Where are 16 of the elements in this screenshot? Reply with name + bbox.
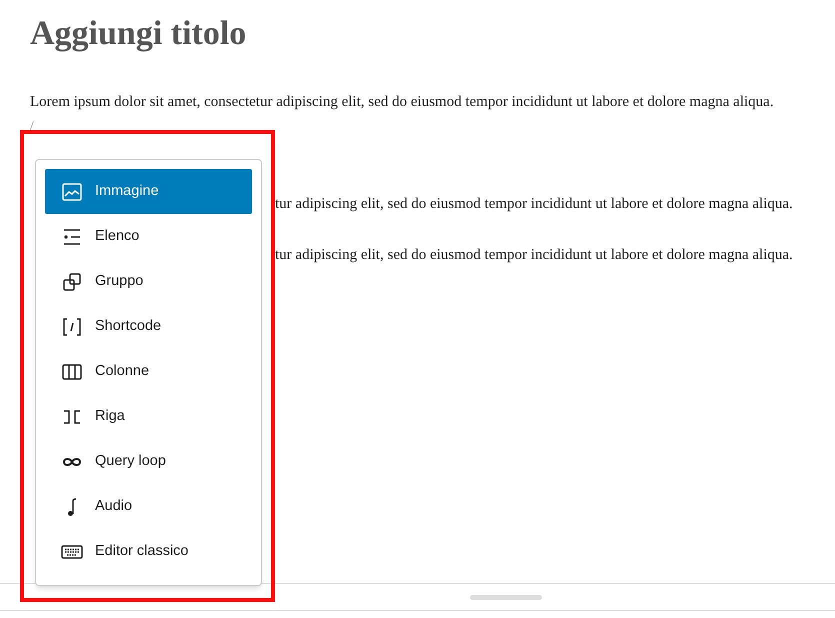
block-menu-item[interactable]: Elenco — [45, 214, 252, 259]
post-title[interactable]: Aggiungi titolo — [30, 12, 835, 56]
block-menu-item[interactable]: Shortcode — [45, 304, 252, 349]
block-menu-item[interactable]: Gruppo — [45, 259, 252, 304]
loop-icon — [60, 456, 84, 468]
paragraph-text: tur adipiscing elit, sed do eiusmod tempor incididunt ut labore et dolore magna aliqua. — [274, 195, 794, 214]
slash-command-text: / — [30, 118, 35, 134]
block-menu-item[interactable]: Immagine — [45, 169, 252, 214]
block-menu-item[interactable]: Audio — [45, 484, 252, 529]
paragraph-text: tur adipiscing elit, sed do eiusmod tempor incididunt ut labore et dolore magna aliqua. — [274, 246, 794, 265]
block-menu-item[interactable]: Colonne — [45, 349, 252, 394]
block-menu-item[interactable]: Editor classico — [45, 529, 252, 574]
block-menu-item[interactable]: Riga — [45, 394, 252, 439]
block-menu-item[interactable]: Query loop — [45, 439, 252, 484]
paragraph-text: Lorem ipsum dolor sit amet, consectetur adipiscing elit, sed do eiusmod tempor incididunt ut labore et dolore magna aliqua. — [30, 93, 775, 112]
resize-handle[interactable] — [470, 594, 542, 600]
